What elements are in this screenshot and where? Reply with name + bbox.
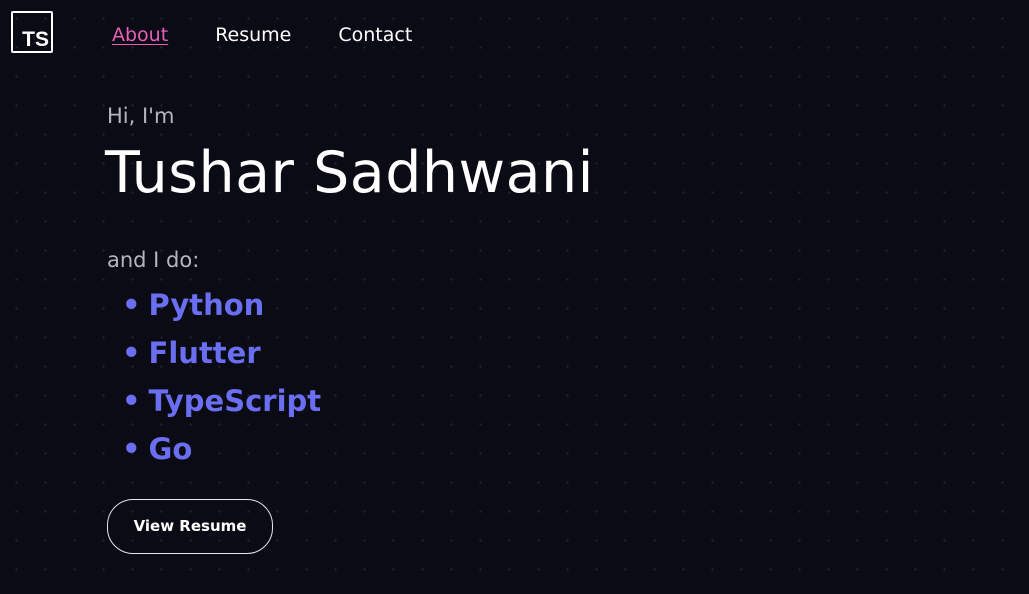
- skill-item-typescript: • TypeScript: [122, 377, 321, 425]
- skill-label: Go: [148, 432, 193, 466]
- skill-item-flutter: • Flutter: [122, 329, 321, 377]
- bullet-icon: •: [122, 384, 141, 418]
- nav-link-about[interactable]: About: [112, 22, 168, 48]
- hero-name: Tushar Sadhwani: [105, 140, 595, 206]
- skills-list: • Python • Flutter • TypeScript • Go: [122, 281, 321, 473]
- bullet-icon: •: [122, 288, 141, 322]
- skill-label: Python: [148, 288, 265, 322]
- skill-label: Flutter: [148, 336, 261, 370]
- hero-intro: and I do:: [107, 248, 200, 272]
- nav-link-contact[interactable]: Contact: [338, 22, 412, 48]
- nav-link-resume[interactable]: Resume: [215, 22, 291, 48]
- main-nav: About Resume Contact: [112, 22, 459, 48]
- hero-greeting: Hi, I'm: [107, 104, 175, 128]
- skill-item-python: • Python: [122, 281, 321, 329]
- bullet-icon: •: [122, 336, 141, 370]
- view-resume-button[interactable]: View Resume: [107, 499, 273, 554]
- site-logo[interactable]: TS: [11, 11, 53, 53]
- bullet-icon: •: [122, 432, 141, 466]
- logo-text: TS: [22, 28, 49, 51]
- skill-label: TypeScript: [148, 384, 322, 418]
- skill-item-go: • Go: [122, 425, 321, 473]
